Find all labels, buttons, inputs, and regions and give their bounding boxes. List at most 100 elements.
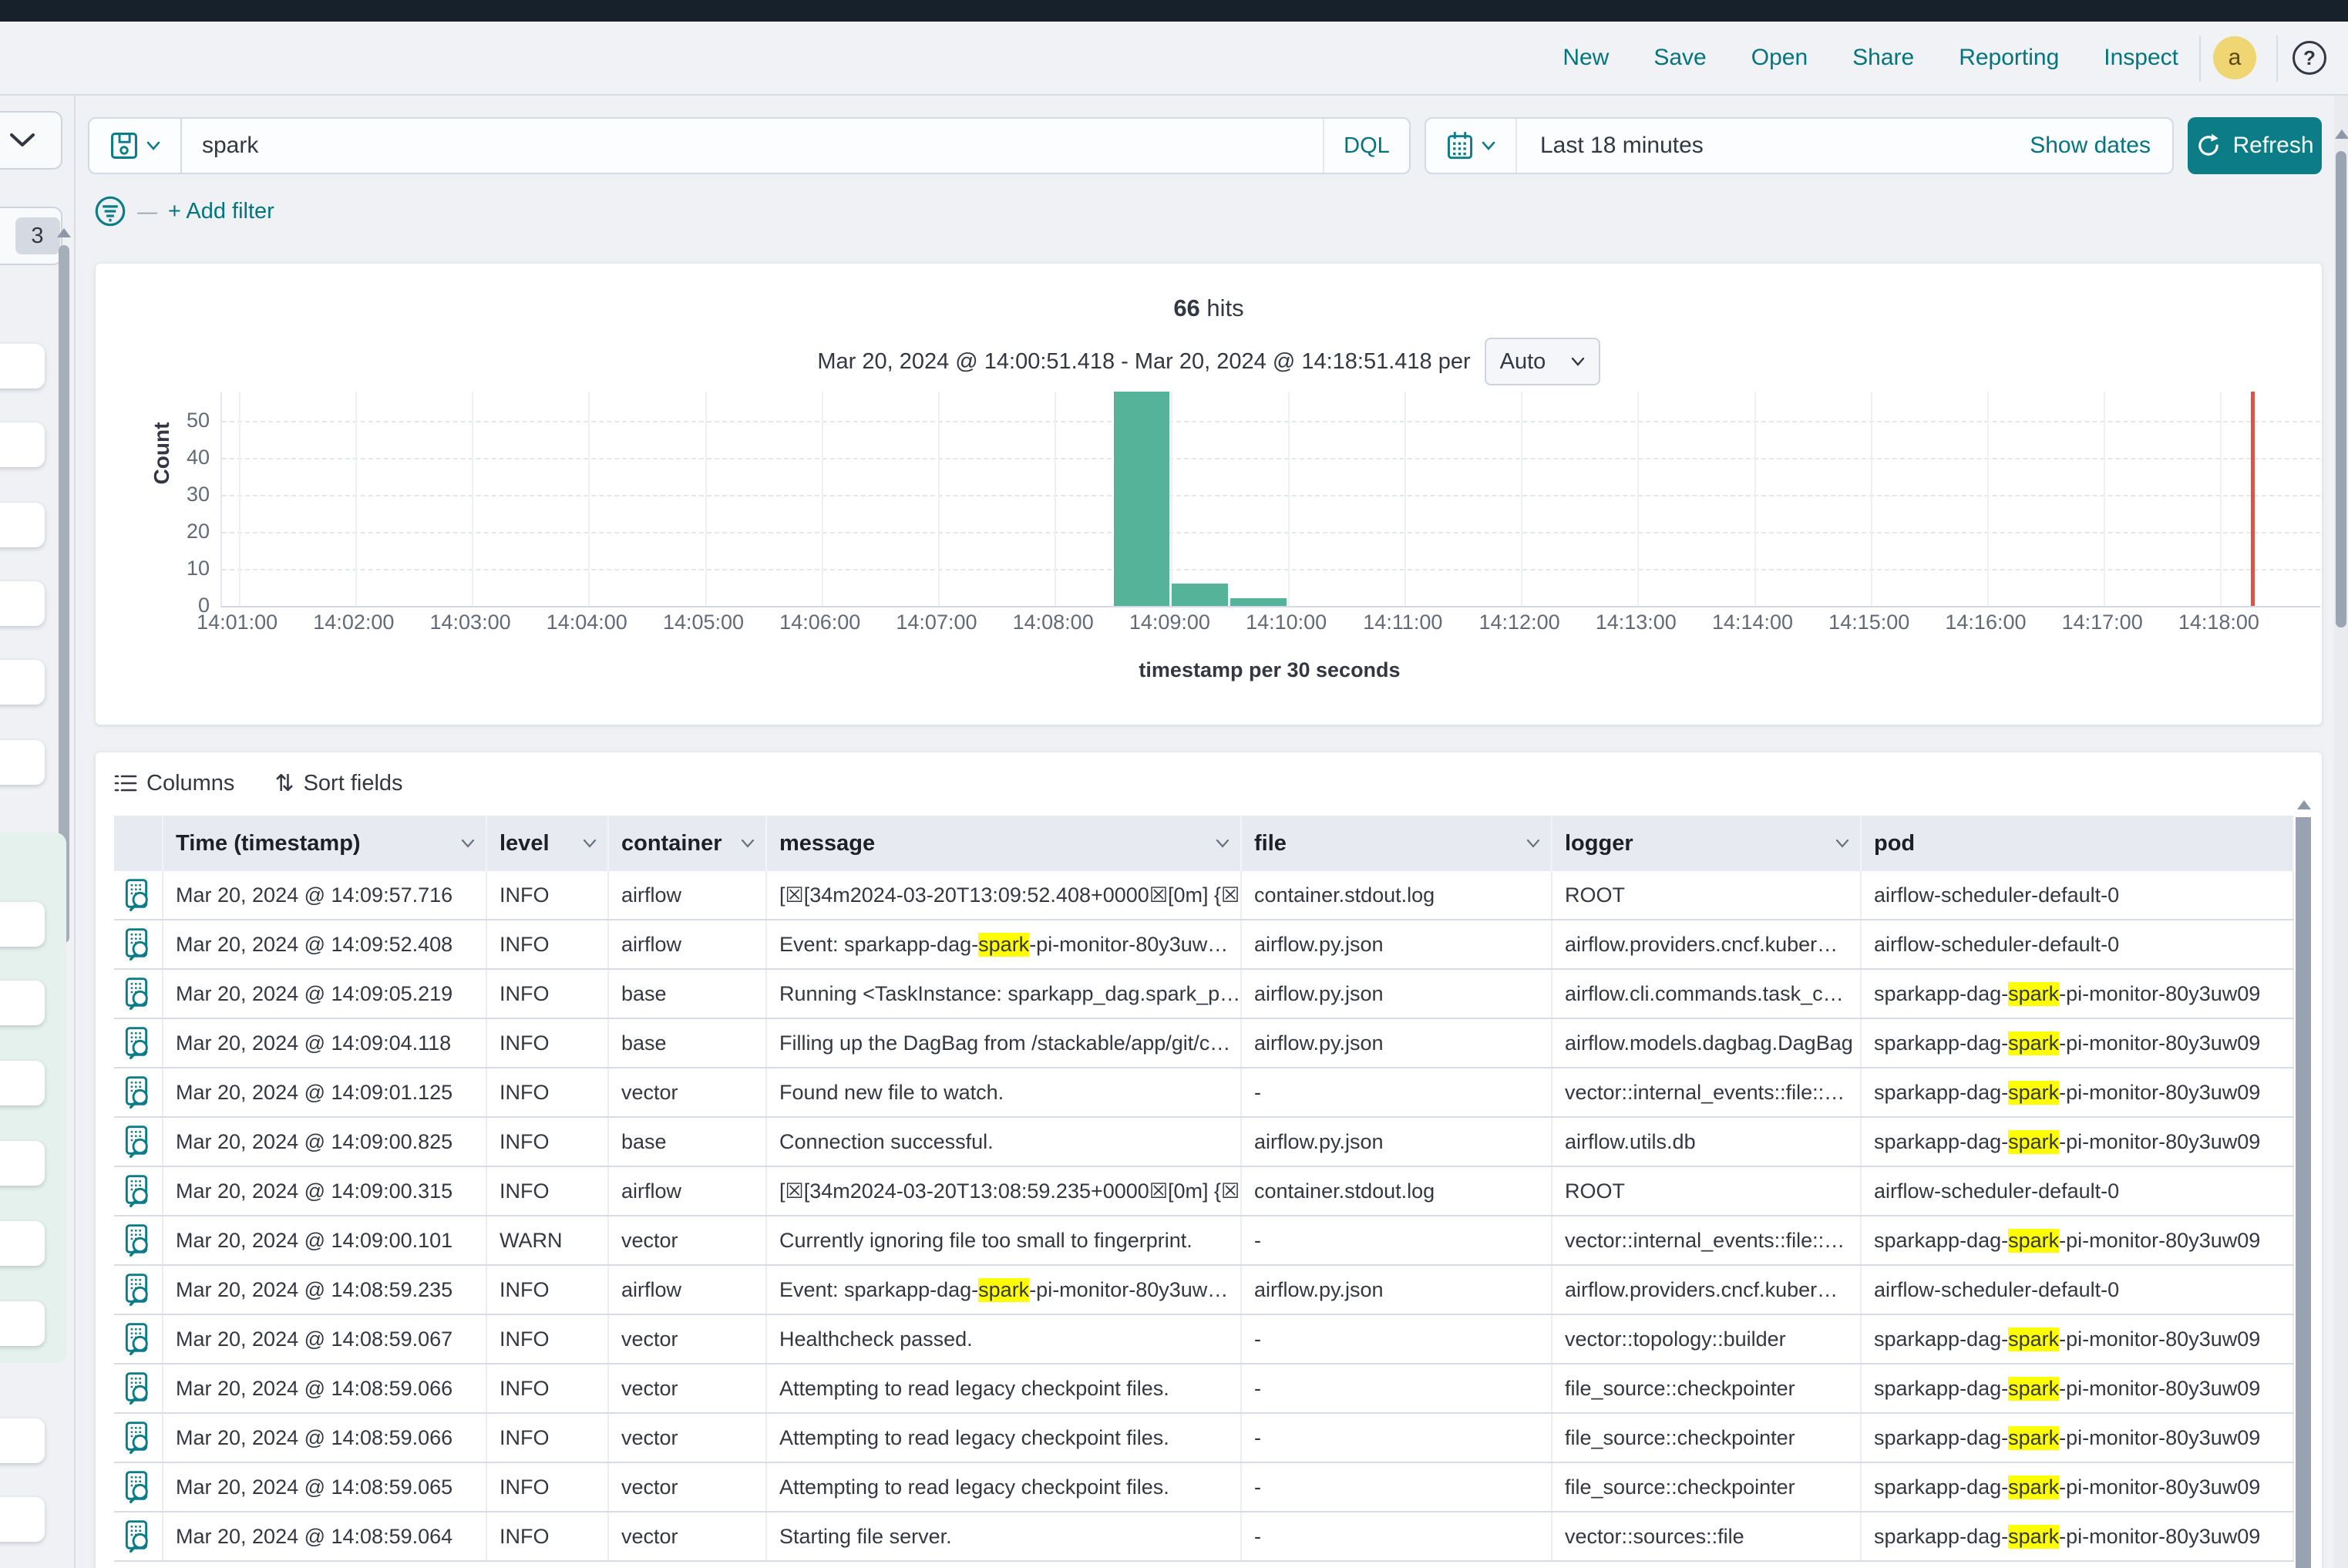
table-scrollbar[interactable] bbox=[2296, 817, 2311, 1568]
sidebar-field-card[interactable] bbox=[0, 1061, 45, 1105]
histogram-bar[interactable] bbox=[1230, 598, 1287, 606]
saved-query-menu-button[interactable] bbox=[89, 119, 182, 173]
sidebar-field-count-card[interactable]: 3 bbox=[0, 207, 62, 265]
expand-row-button[interactable] bbox=[114, 1216, 163, 1264]
hits-count: 66 bbox=[1173, 294, 1199, 321]
sidebar-field-card[interactable]: × bbox=[0, 581, 45, 626]
sidebar-field-card[interactable] bbox=[0, 344, 45, 389]
table-scroll-up-arrow[interactable] bbox=[2297, 800, 2311, 809]
refresh-button[interactable]: Refresh bbox=[2188, 117, 2322, 174]
cell-time: Mar 20, 2024 @ 14:08:59.235 bbox=[163, 1266, 487, 1314]
cell-file: - bbox=[1242, 1512, 1552, 1560]
nav-link-open[interactable]: Open bbox=[1751, 45, 1808, 71]
expand-row-button[interactable] bbox=[114, 1167, 163, 1215]
page-scrollbar[interactable] bbox=[2336, 151, 2346, 628]
nav-link-reporting[interactable]: Reporting bbox=[1959, 45, 2059, 71]
show-dates-link[interactable]: Show dates bbox=[2030, 133, 2172, 159]
sidebar-field-card[interactable] bbox=[0, 1301, 45, 1346]
expand-row-button[interactable] bbox=[114, 920, 163, 968]
expand-row-button[interactable] bbox=[114, 1068, 163, 1116]
columns-list-icon bbox=[114, 773, 137, 793]
help-glyph: ? bbox=[2303, 46, 2316, 70]
sidebar-collapse-button[interactable] bbox=[0, 111, 62, 170]
quick-select-menu-button[interactable] bbox=[1426, 119, 1517, 173]
expand-document-icon bbox=[123, 1470, 153, 1504]
header-cell-pod[interactable]: pod bbox=[1862, 816, 2294, 871]
table-row[interactable]: Mar 20, 2024 @ 14:09:00.825INFObaseConne… bbox=[114, 1118, 2294, 1167]
sidebar-field-card[interactable] bbox=[0, 902, 45, 947]
header-cell-file[interactable]: file bbox=[1242, 816, 1552, 871]
histogram-bar[interactable] bbox=[1172, 584, 1228, 606]
header-cell-container[interactable]: container bbox=[609, 816, 767, 871]
expand-row-button[interactable] bbox=[114, 871, 163, 919]
expand-row-button[interactable] bbox=[114, 1266, 163, 1314]
expand-document-icon bbox=[123, 1125, 153, 1159]
sidebar-field-card[interactable] bbox=[0, 740, 45, 785]
table-row[interactable]: Mar 20, 2024 @ 14:09:52.408INFOairflowEv… bbox=[114, 920, 2294, 970]
expand-row-button[interactable] bbox=[114, 1118, 163, 1166]
expand-row-button[interactable] bbox=[114, 1315, 163, 1363]
sidebar-field-card[interactable] bbox=[0, 1497, 45, 1542]
sidebar-field-card[interactable] bbox=[0, 660, 45, 705]
nav-link-save[interactable]: Save bbox=[1653, 45, 1706, 71]
x-gridline bbox=[1987, 392, 1989, 606]
cell-file: container.stdout.log bbox=[1242, 1167, 1552, 1215]
header-cell-time[interactable]: Time (timestamp) bbox=[163, 816, 487, 871]
table-row[interactable]: Mar 20, 2024 @ 14:09:57.716INFOairflow[☒… bbox=[114, 871, 2294, 920]
table-body: Mar 20, 2024 @ 14:09:57.716INFOairflow[☒… bbox=[114, 871, 2294, 1562]
expand-row-button[interactable] bbox=[114, 1364, 163, 1412]
sidebar-scroll-up-arrow[interactable] bbox=[57, 228, 71, 237]
table-row[interactable]: Mar 20, 2024 @ 14:08:59.235INFOairflowEv… bbox=[114, 1266, 2294, 1315]
interval-select[interactable]: Auto bbox=[1485, 338, 1600, 385]
time-range-value[interactable]: Last 18 minutes bbox=[1517, 133, 2030, 159]
expand-row-button[interactable] bbox=[114, 1019, 163, 1067]
x-axis-tick-label: 14:16:00 bbox=[1928, 611, 2044, 634]
cell-file: - bbox=[1242, 1068, 1552, 1116]
highlighted-term: spark bbox=[2008, 982, 2059, 1006]
table-row[interactable]: Mar 20, 2024 @ 14:09:05.219INFObaseRunni… bbox=[114, 970, 2294, 1019]
table-row[interactable]: Mar 20, 2024 @ 14:08:59.066INFOvectorAtt… bbox=[114, 1414, 2294, 1463]
header-cell-message[interactable]: message bbox=[767, 816, 1242, 871]
sort-fields-button[interactable]: ⇅ Sort fields bbox=[274, 770, 402, 797]
sidebar-field-card[interactable] bbox=[0, 1141, 45, 1186]
histogram-bar[interactable] bbox=[1114, 392, 1170, 606]
expand-row-button[interactable] bbox=[114, 1512, 163, 1560]
columns-button[interactable]: Columns bbox=[114, 771, 234, 796]
cell-level: INFO bbox=[487, 970, 609, 1018]
nav-link-share[interactable]: Share bbox=[1852, 45, 1914, 71]
table-row[interactable]: Mar 20, 2024 @ 14:09:01.125INFOvectorFou… bbox=[114, 1068, 2294, 1118]
documents-table-panel: Columns ⇅ Sort fields Time (timestamp)le… bbox=[96, 752, 2322, 1568]
sidebar-field-card[interactable] bbox=[0, 1221, 45, 1266]
user-avatar[interactable]: a bbox=[2213, 36, 2256, 79]
cell-file: airflow.py.json bbox=[1242, 1019, 1552, 1067]
table-row[interactable]: Mar 20, 2024 @ 14:08:59.066INFOvectorAtt… bbox=[114, 1364, 2294, 1414]
search-input[interactable]: spark bbox=[182, 133, 1323, 159]
header-cell-level[interactable]: level bbox=[487, 816, 609, 871]
sidebar-field-card[interactable] bbox=[0, 503, 45, 547]
query-language-button[interactable]: DQL bbox=[1323, 119, 1409, 173]
table-row[interactable]: Mar 20, 2024 @ 14:09:04.118INFObaseFilli… bbox=[114, 1019, 2294, 1068]
sidebar-field-card[interactable] bbox=[0, 981, 45, 1025]
table-row[interactable]: Mar 20, 2024 @ 14:08:59.064INFOvectorSta… bbox=[114, 1512, 2294, 1562]
expand-row-button[interactable] bbox=[114, 970, 163, 1018]
x-axis-tick-label: 14:13:00 bbox=[1578, 611, 1694, 634]
expand-row-button[interactable] bbox=[114, 1463, 163, 1511]
cell-container: airflow bbox=[609, 871, 767, 919]
x-axis-tick-label: 14:08:00 bbox=[995, 611, 1111, 634]
filter-icon[interactable] bbox=[94, 194, 126, 228]
table-row[interactable]: Mar 20, 2024 @ 14:09:00.315INFOairflow[☒… bbox=[114, 1167, 2294, 1216]
nav-link-inspect[interactable]: Inspect bbox=[2104, 45, 2178, 71]
cell-logger: file_source::checkpointer bbox=[1552, 1364, 1862, 1412]
add-filter-button[interactable]: + Add filter bbox=[168, 199, 274, 224]
help-icon[interactable]: ? bbox=[2292, 41, 2326, 75]
table-row[interactable]: Mar 20, 2024 @ 14:08:59.067INFOvectorHea… bbox=[114, 1315, 2294, 1364]
cell-file: airflow.py.json bbox=[1242, 1118, 1552, 1166]
table-row[interactable]: Mar 20, 2024 @ 14:09:00.101WARNvectorCur… bbox=[114, 1216, 2294, 1266]
nav-link-new[interactable]: New bbox=[1563, 45, 1609, 71]
sidebar-field-card[interactable] bbox=[0, 1418, 45, 1463]
page-scroll-up-arrow[interactable] bbox=[2335, 130, 2348, 139]
sidebar-field-card[interactable] bbox=[0, 422, 45, 467]
expand-row-button[interactable] bbox=[114, 1414, 163, 1462]
header-cell-logger[interactable]: logger bbox=[1552, 816, 1862, 871]
table-row[interactable]: Mar 20, 2024 @ 14:08:59.065INFOvectorAtt… bbox=[114, 1463, 2294, 1512]
